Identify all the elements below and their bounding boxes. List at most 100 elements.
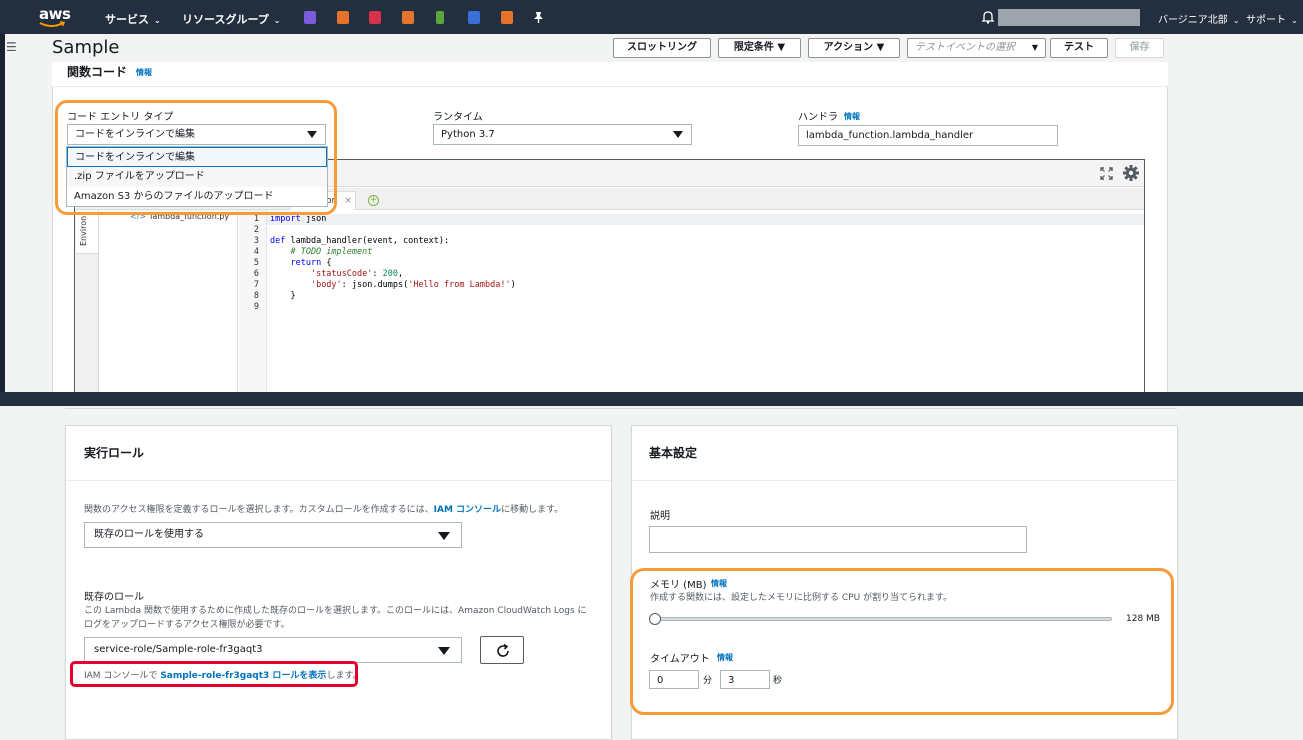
services-menu-label: サービス (105, 13, 149, 26)
refresh-icon (497, 643, 509, 657)
throttle-button[interactable]: スロットリング (613, 38, 711, 58)
account-menu-redacted[interactable] (998, 9, 1140, 26)
highlight-box-entry-type (55, 100, 337, 215)
test-event-placeholder: テストイベントの選択 (915, 42, 1015, 53)
existing-role-description: この Lambda 関数で使用するために作成した既存のロールを選択します。このロ… (84, 606, 587, 616)
iam-console-link[interactable]: IAM コンソール (434, 505, 501, 515)
pinned-service-icon-5[interactable] (436, 11, 444, 24)
code-text: : json.dumps( (341, 280, 409, 290)
code-text: lambda_handler(event, context): (285, 236, 450, 246)
current-line-highlight (267, 214, 1144, 225)
caret-down-icon (438, 647, 450, 655)
existing-role-label: 既存のロール (84, 592, 144, 603)
screenshot-separator (0, 392, 1303, 406)
code-text: json (300, 214, 327, 224)
panel-divider (66, 480, 611, 481)
code-keyword: def (270, 236, 286, 246)
code-string: 'Hello from Lambda!' (408, 280, 511, 290)
function-code-panel-header (52, 62, 1168, 87)
code-line[interactable]: return { (270, 258, 331, 269)
panel-divider (632, 480, 1177, 481)
file-tree (100, 210, 238, 392)
fullscreen-icon[interactable] (1100, 167, 1113, 180)
qualifier-button[interactable]: 限定条件 ▼ (718, 38, 801, 58)
execution-role-title: 実行ロール (84, 446, 145, 460)
refresh-roles-button[interactable] (480, 636, 524, 664)
bell-icon[interactable] (981, 10, 995, 24)
chevron-down-icon: ⌄ (1232, 16, 1240, 25)
code-number: 200 (382, 269, 398, 279)
pinned-service-icon-2[interactable] (337, 11, 349, 24)
line-number: 8 (253, 291, 259, 301)
screenshot-stage: aws サービス ⌄ リソースグループ ⌄ バージニア北部 ⌄ サポート ⌄ ☰ Sam… (0, 0, 1303, 740)
code-text: ) (510, 280, 516, 290)
side-nav-collapsed (0, 34, 5, 392)
actions-button-label: アクション (823, 42, 874, 53)
runtime-select[interactable]: Python 3.7 (433, 124, 692, 145)
line-number: 3 (253, 236, 259, 246)
code-string: 'statusCode' (310, 269, 373, 279)
function-code-info-link[interactable]: 情報 (136, 67, 152, 78)
aws-smile-icon (39, 21, 65, 27)
code-line[interactable]: import json (270, 214, 326, 225)
page-title: Sample (52, 37, 120, 58)
handler-info-link[interactable]: 情報 (844, 111, 860, 122)
existing-role-value: service-role/Sample-role-fr3gaqt3 (94, 644, 263, 655)
gear-icon[interactable] (1122, 164, 1140, 182)
existing-role-select[interactable]: service-role/Sample-role-fr3gaqt3 (84, 637, 462, 663)
role-mode-select[interactable]: 既存のロールを使用する (84, 522, 462, 548)
pinned-service-icon-4[interactable] (402, 11, 414, 24)
chevron-down-icon: ⌄ (1291, 16, 1298, 25)
code-text: : (372, 269, 383, 279)
code-line[interactable]: } (270, 291, 295, 302)
highlight-box-role-link (70, 661, 358, 687)
test-button[interactable]: テスト (1050, 38, 1108, 58)
code-line[interactable]: # TODO implement (270, 247, 372, 258)
aws-logo[interactable]: aws (37, 4, 71, 30)
pinned-service-icon-7[interactable] (501, 11, 513, 24)
save-button[interactable]: 保存 (1115, 38, 1164, 58)
pinned-service-icon-3[interactable] (369, 11, 381, 24)
caret-down-icon: ▼ (1031, 43, 1038, 52)
execution-role-panel (65, 425, 612, 740)
line-number: 9 (253, 302, 259, 312)
resource-groups-menu[interactable]: リソースグループ ⌄ (182, 11, 281, 27)
pin-icon[interactable] (533, 11, 544, 23)
execution-role-description: 関数のアクセス権限を定義するロールを選択します。カスタムロールを作成するには、I… (84, 503, 563, 517)
code-line[interactable]: 'statusCode': 200, (270, 269, 403, 280)
region-menu[interactable]: バージニア北部 ⌄ (1158, 11, 1240, 26)
role-mode-value: 既存のロールを使用する (94, 529, 204, 540)
environment-tab-label: Environ (79, 215, 88, 246)
description-input[interactable] (649, 526, 1027, 553)
code-keyword: import (270, 214, 301, 224)
description-text: に移動します。 (501, 505, 564, 515)
chevron-down-icon: ⌄ (154, 16, 161, 25)
line-number: 2 (253, 225, 259, 235)
pinned-service-icon-1[interactable] (304, 11, 316, 24)
description-label: 説明 (650, 511, 670, 522)
qualifier-button-label: 限定条件 (733, 42, 774, 53)
handler-input[interactable]: lambda_function.lambda_handler (798, 125, 1058, 146)
hamburger-menu-icon[interactable]: ☰ (6, 40, 17, 54)
add-tab-icon[interactable]: + (368, 195, 379, 206)
code-line[interactable]: 'body': json.dumps('Hello from Lambda!') (270, 280, 516, 291)
runtime-label: ランタイム (433, 112, 483, 123)
line-number: 6 (253, 269, 259, 279)
code-text: , (397, 269, 404, 279)
support-menu[interactable]: サポート ⌄ (1246, 11, 1298, 26)
services-menu[interactable]: サービス ⌄ (105, 11, 161, 27)
line-number: 4 (253, 247, 259, 257)
code-line[interactable]: def lambda_handler(event, context): (270, 236, 449, 247)
actions-button[interactable]: アクション ▼ (808, 38, 900, 58)
description-text: 関数のアクセス権限を定義するロールを選択します。カスタムロールを作成するには、 (84, 505, 434, 515)
region-menu-label: バージニア北部 (1158, 15, 1228, 26)
test-event-select[interactable]: テストイベントの選択 ▼ (907, 38, 1046, 58)
resource-groups-menu-label: リソースグループ (182, 13, 269, 26)
close-icon[interactable]: × (344, 192, 352, 210)
code-string: 'body' (310, 280, 342, 290)
pinned-service-icon-6[interactable] (468, 11, 480, 24)
aws-top-nav: aws サービス ⌄ リソースグループ ⌄ バージニア北部 ⌄ サポート ⌄ (0, 0, 1303, 34)
code-text: { (321, 258, 332, 268)
